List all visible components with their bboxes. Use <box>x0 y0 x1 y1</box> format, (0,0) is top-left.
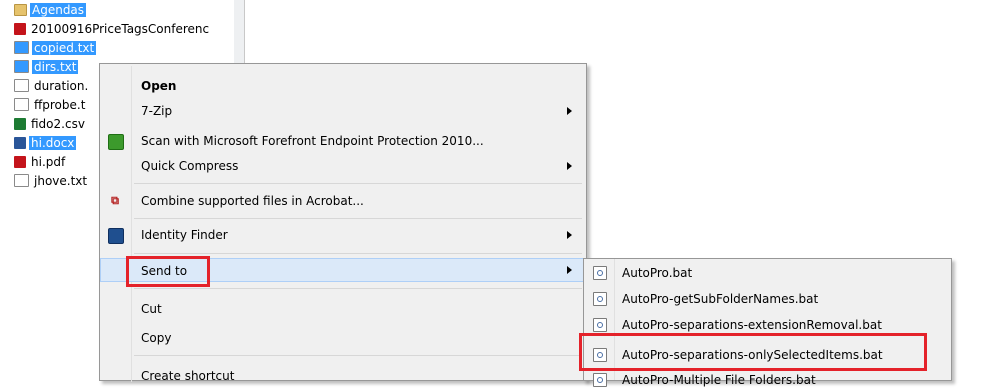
menu-separator <box>134 355 582 356</box>
selected-items-highlight-box <box>579 333 927 371</box>
word-icon <box>14 137 26 149</box>
send-to-highlight-box <box>126 256 210 287</box>
submenu-arrow-icon <box>567 162 572 170</box>
acrobat-icon: ⧉ <box>111 194 119 207</box>
submenu-arrow-icon <box>567 266 572 274</box>
file-item[interactable]: copied.txt <box>14 40 229 56</box>
excel-icon <box>14 118 26 130</box>
text-file-icon <box>14 79 29 92</box>
text-file-icon <box>14 60 29 73</box>
batch-file-icon <box>593 373 607 387</box>
send-to-item[interactable]: AutoPro.bat <box>584 261 951 285</box>
menu-item-quick-compress[interactable]: Quick Compress <box>100 154 586 178</box>
menu-item-cut[interactable]: Cut <box>100 297 586 321</box>
menu-separator <box>134 218 582 219</box>
pdf-icon <box>14 156 26 168</box>
send-to-item[interactable]: AutoPro-Multiple File Folders.bat <box>584 368 951 392</box>
menu-item-create-shortcut[interactable]: Create shortcut <box>100 364 586 388</box>
identity-finder-icon <box>108 228 124 244</box>
batch-file-icon <box>593 266 607 280</box>
menu-separator <box>134 288 582 289</box>
menu-item-open[interactable]: Open <box>100 74 586 98</box>
context-menu: Open 7-Zip Scan with Microsoft Forefront… <box>99 63 587 383</box>
menu-item-7zip[interactable]: 7-Zip <box>100 99 586 123</box>
text-file-icon <box>14 98 29 111</box>
menu-item-identity-finder[interactable]: Identity Finder <box>100 223 586 247</box>
menu-separator <box>134 253 582 254</box>
menu-separator <box>134 183 582 184</box>
menu-item-copy[interactable]: Copy <box>100 326 586 350</box>
file-item[interactable]: 20100916PriceTagsConferenc <box>14 21 229 37</box>
menu-item-scan[interactable]: Scan with Microsoft Forefront Endpoint P… <box>100 129 586 153</box>
text-file-icon <box>14 174 29 187</box>
submenu-arrow-icon <box>567 107 572 115</box>
pdf-icon <box>14 23 26 35</box>
batch-file-icon <box>593 318 607 332</box>
submenu-arrow-icon <box>567 231 572 239</box>
file-item[interactable]: Agendas <box>14 2 229 18</box>
folder-icon <box>14 4 27 16</box>
menu-item-combine-acrobat[interactable]: ⧉ Combine supported files in Acrobat... <box>100 189 586 213</box>
text-file-icon <box>14 41 29 54</box>
batch-file-icon <box>593 292 607 306</box>
shield-icon <box>108 134 124 150</box>
send-to-item[interactable]: AutoPro-getSubFolderNames.bat <box>584 287 951 311</box>
